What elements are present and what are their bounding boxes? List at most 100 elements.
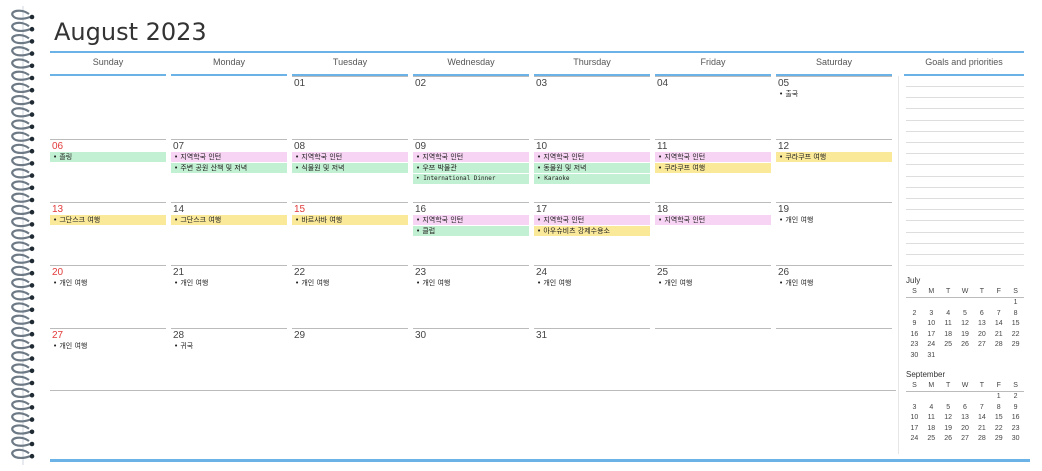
mini-day[interactable]: 24 <box>923 340 940 351</box>
mini-day[interactable]: 4 <box>940 309 957 320</box>
calendar-event[interactable]: • 쿠라쿠프 여행 <box>655 163 771 173</box>
goal-line[interactable] <box>906 242 1024 244</box>
mini-day[interactable]: 8 <box>990 403 1007 414</box>
mini-day[interactable]: 13 <box>957 413 974 424</box>
day-cell[interactable]: 16 • 지역학국 인턴 • 클럽 <box>413 202 529 265</box>
calendar-event[interactable]: • 졸링 <box>50 152 166 162</box>
goal-line[interactable] <box>906 119 1024 121</box>
mini-day[interactable]: 27 <box>973 340 990 351</box>
goal-line[interactable] <box>906 254 1024 255</box>
mini-day[interactable]: 26 <box>940 434 957 445</box>
calendar-event[interactable]: • 클럽 <box>413 226 529 236</box>
mini-day[interactable]: 2 <box>1007 392 1024 403</box>
mini-day[interactable]: 20 <box>957 424 974 435</box>
goal-line[interactable] <box>906 142 1024 143</box>
mini-day[interactable]: 13 <box>973 319 990 330</box>
day-cell[interactable] <box>655 328 771 391</box>
mini-day[interactable]: 18 <box>940 330 957 341</box>
goal-line[interactable] <box>906 198 1024 199</box>
mini-day[interactable]: 10 <box>923 319 940 330</box>
mini-day[interactable]: 25 <box>940 340 957 351</box>
mini-day[interactable]: 3 <box>906 403 923 414</box>
calendar-event[interactable]: • 지역학국 인턴 <box>171 152 287 162</box>
mini-day[interactable]: 9 <box>1007 403 1024 414</box>
mini-day[interactable]: 16 <box>1007 413 1024 424</box>
mini-day[interactable]: 1 <box>1007 298 1024 309</box>
goal-line[interactable] <box>906 130 1024 132</box>
goal-line[interactable] <box>906 86 1024 87</box>
day-cell[interactable]: 08 • 지역학국 인턴 • 식물원 및 저녁 <box>292 139 408 202</box>
calendar-event[interactable]: • 개인 여행 <box>50 341 166 351</box>
day-cell[interactable]: 22 • 개인 여행 <box>292 265 408 328</box>
mini-day[interactable]: 23 <box>1007 424 1024 435</box>
mini-day[interactable]: 3 <box>923 309 940 320</box>
calendar-event[interactable]: • 지역학국 인턴 <box>413 152 529 162</box>
mini-day[interactable]: 19 <box>940 424 957 435</box>
mini-day[interactable]: 10 <box>906 413 923 424</box>
mini-day[interactable]: 7 <box>973 403 990 414</box>
calendar-event[interactable]: • 지역학국 인턴 <box>655 215 771 225</box>
mini-day[interactable]: 18 <box>923 424 940 435</box>
mini-day[interactable]: 7 <box>990 309 1007 320</box>
mini-day[interactable]: 30 <box>906 351 923 362</box>
calendar-event[interactable]: • 아우슈비츠 강제수용소 <box>534 226 650 236</box>
calendar-event[interactable]: • International Dinner <box>413 174 529 184</box>
day-cell[interactable]: 27 • 개인 여행 <box>50 328 166 391</box>
mini-day[interactable]: 14 <box>990 319 1007 330</box>
mini-day[interactable]: 5 <box>940 403 957 414</box>
goal-line[interactable] <box>906 153 1024 155</box>
mini-day[interactable]: 25 <box>923 434 940 445</box>
calendar-event[interactable]: • Karaoke <box>534 174 650 184</box>
calendar-event[interactable]: • 지역학국 인턴 <box>292 152 408 162</box>
goal-line[interactable] <box>906 209 1024 211</box>
day-cell[interactable]: 18 • 지역학국 인턴 <box>655 202 771 265</box>
calendar-event[interactable]: • 바르샤바 여행 <box>292 215 408 225</box>
day-cell[interactable] <box>171 76 287 139</box>
mini-day[interactable]: 12 <box>940 413 957 424</box>
mini-day[interactable]: 11 <box>923 413 940 424</box>
day-cell[interactable] <box>776 328 892 391</box>
day-cell[interactable]: 07 • 지역학국 인턴 • 주변 공원 산책 및 저녁 <box>171 139 287 202</box>
mini-day[interactable]: 28 <box>990 340 1007 351</box>
day-cell[interactable]: 28 • 귀국 <box>171 328 287 391</box>
mini-day[interactable]: 9 <box>906 319 923 330</box>
day-cell[interactable]: 17 • 지역학국 인턴 • 아우슈비츠 강제수용소 <box>534 202 650 265</box>
day-cell[interactable]: 10 • 지역학국 인턴 • 동물원 및 저녁 • Karaoke <box>534 139 650 202</box>
mini-day[interactable]: 16 <box>906 330 923 341</box>
day-cell[interactable]: 09 • 지역학국 인턴 • 우쯔 박물관 • International Dinne… <box>413 139 529 202</box>
mini-day[interactable]: 17 <box>906 424 923 435</box>
mini-day[interactable]: 29 <box>990 434 1007 445</box>
calendar-event[interactable]: • 그단스크 여행 <box>50 215 166 225</box>
day-cell[interactable]: 29 <box>292 328 408 391</box>
mini-day[interactable]: 28 <box>973 434 990 445</box>
calendar-event[interactable]: • 개인 여행 <box>655 278 771 288</box>
calendar-event[interactable]: • 개인 여행 <box>171 278 287 288</box>
mini-day[interactable]: 5 <box>957 309 974 320</box>
mini-day[interactable]: 8 <box>1007 309 1024 320</box>
goal-line[interactable] <box>906 108 1024 110</box>
calendar-event[interactable]: • 지역학국 인턴 <box>655 152 771 162</box>
day-cell[interactable]: 15 • 바르샤바 여행 <box>292 202 408 265</box>
day-cell[interactable]: 01 <box>292 76 408 139</box>
calendar-event[interactable]: • 개인 여행 <box>292 278 408 288</box>
mini-day[interactable]: 17 <box>923 330 940 341</box>
mini-day[interactable]: 15 <box>1007 319 1024 330</box>
goal-line[interactable] <box>906 265 1024 267</box>
calendar-event[interactable]: • 개인 여행 <box>534 278 650 288</box>
mini-day[interactable]: 31 <box>923 351 940 362</box>
calendar-event[interactable]: • 개인 여행 <box>50 278 166 288</box>
mini-day[interactable]: 6 <box>973 309 990 320</box>
calendar-event[interactable]: • 주변 공원 산책 및 저녁 <box>171 163 287 173</box>
calendar-event[interactable]: • 쿠라쿠프 여행 <box>776 152 892 162</box>
calendar-event[interactable]: • 지역학국 인턴 <box>534 152 650 162</box>
mini-day[interactable]: 24 <box>906 434 923 445</box>
goal-line[interactable] <box>906 164 1024 166</box>
day-cell[interactable]: 12 • 쿠라쿠프 여행 <box>776 139 892 202</box>
day-cell[interactable]: 21 • 개인 여행 <box>171 265 287 328</box>
mini-day[interactable]: 29 <box>1007 340 1024 351</box>
calendar-event[interactable]: • 그단스크 여행 <box>171 215 287 225</box>
mini-day[interactable]: 6 <box>957 403 974 414</box>
day-cell[interactable]: 23 • 개인 여행 <box>413 265 529 328</box>
mini-day[interactable]: 15 <box>990 413 1007 424</box>
mini-day[interactable]: 14 <box>973 413 990 424</box>
